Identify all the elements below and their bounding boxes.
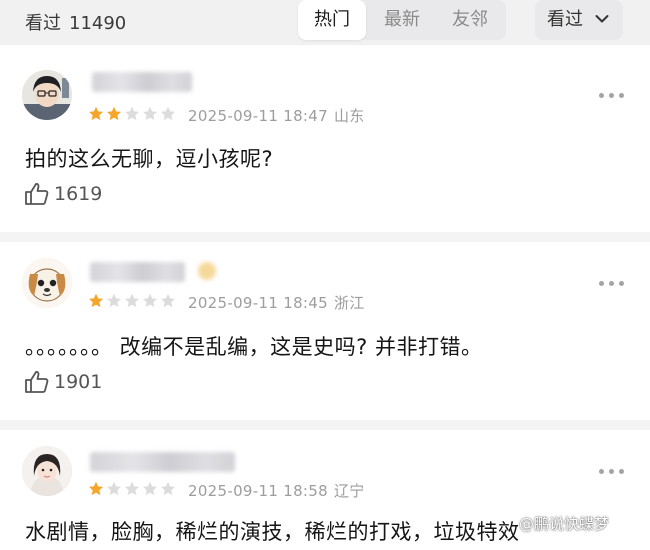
more-dots-icon[interactable] [597, 466, 627, 476]
star-filled-icon [107, 106, 121, 121]
star-empty-icon [161, 481, 175, 496]
more-dots-icon[interactable] [597, 90, 627, 100]
avatar[interactable] [22, 446, 72, 496]
watermark: @鹏说快蝶梦 [519, 515, 610, 533]
star-rating [88, 106, 178, 124]
chevron-down-icon [595, 15, 609, 23]
star-rating [88, 481, 178, 499]
comment-meta: 2025-09-11 18:58 辽宁 [188, 480, 365, 501]
comment-location: 辽宁 [333, 482, 365, 500]
star-filled-icon [89, 106, 103, 121]
star-empty-icon [107, 293, 121, 308]
seen-filter-dropdown[interactable]: 看过 [535, 0, 623, 40]
comments-page: 看过 11490 热门 最新 友邻 看过 2025-09-11 18:47 山东… [0, 0, 650, 550]
comment-time: 2025-09-11 18:45 [188, 294, 328, 312]
like-count: 1619 [54, 183, 103, 205]
seen-filter-label: 看过 [547, 9, 583, 30]
watched-number: 11490 [69, 13, 127, 34]
comment-meta: 2025-09-11 18:47 山东 [188, 105, 365, 126]
thumbs-up-icon [25, 183, 49, 205]
sort-tabs: 热门 最新 友邻 [298, 0, 506, 40]
comment-time: 2025-09-11 18:47 [188, 107, 328, 125]
comment-text: 水剧情，脸胸，稀烂的演技，稀烂的打戏，垃圾特效 [25, 520, 520, 544]
username[interactable] [90, 262, 185, 282]
star-empty-icon [125, 293, 139, 308]
tab-hot[interactable]: 热门 [298, 0, 366, 40]
star-empty-icon [161, 106, 175, 121]
username[interactable] [90, 452, 235, 472]
star-empty-icon [143, 481, 157, 496]
star-rating [88, 293, 178, 311]
like-count: 1901 [54, 371, 103, 393]
comment-text: 。。。。。。。 改编不是乱编，这是史吗? 并非打错。 [25, 335, 483, 359]
comment-location: 山东 [333, 107, 365, 125]
comment-time: 2025-09-11 18:58 [188, 482, 328, 500]
username[interactable] [92, 72, 192, 92]
star-empty-icon [161, 293, 175, 308]
divider [0, 420, 650, 430]
watched-label: 看过 [25, 13, 61, 34]
comment-meta: 2025-09-11 18:45 浙江 [188, 292, 365, 313]
watched-count: 看过 11490 [25, 9, 126, 35]
more-dots-icon[interactable] [597, 278, 627, 288]
comment-location: 浙江 [333, 294, 365, 312]
star-empty-icon [143, 293, 157, 308]
comment-text: 拍的这么无聊，逗小孩呢? [25, 147, 274, 171]
avatar[interactable] [22, 258, 72, 308]
star-filled-icon [89, 481, 103, 496]
star-filled-icon [89, 293, 103, 308]
thumbs-up-icon [25, 371, 49, 393]
tab-latest[interactable]: 最新 [370, 0, 434, 40]
star-empty-icon [125, 481, 139, 496]
avatar[interactable] [22, 70, 72, 120]
star-empty-icon [125, 106, 139, 121]
star-empty-icon [107, 481, 121, 496]
tab-friends[interactable]: 友邻 [438, 0, 502, 40]
user-badge [198, 262, 216, 280]
star-empty-icon [143, 106, 157, 121]
divider [0, 232, 650, 242]
comments-header: 看过 11490 热门 最新 友邻 看过 [0, 0, 650, 45]
